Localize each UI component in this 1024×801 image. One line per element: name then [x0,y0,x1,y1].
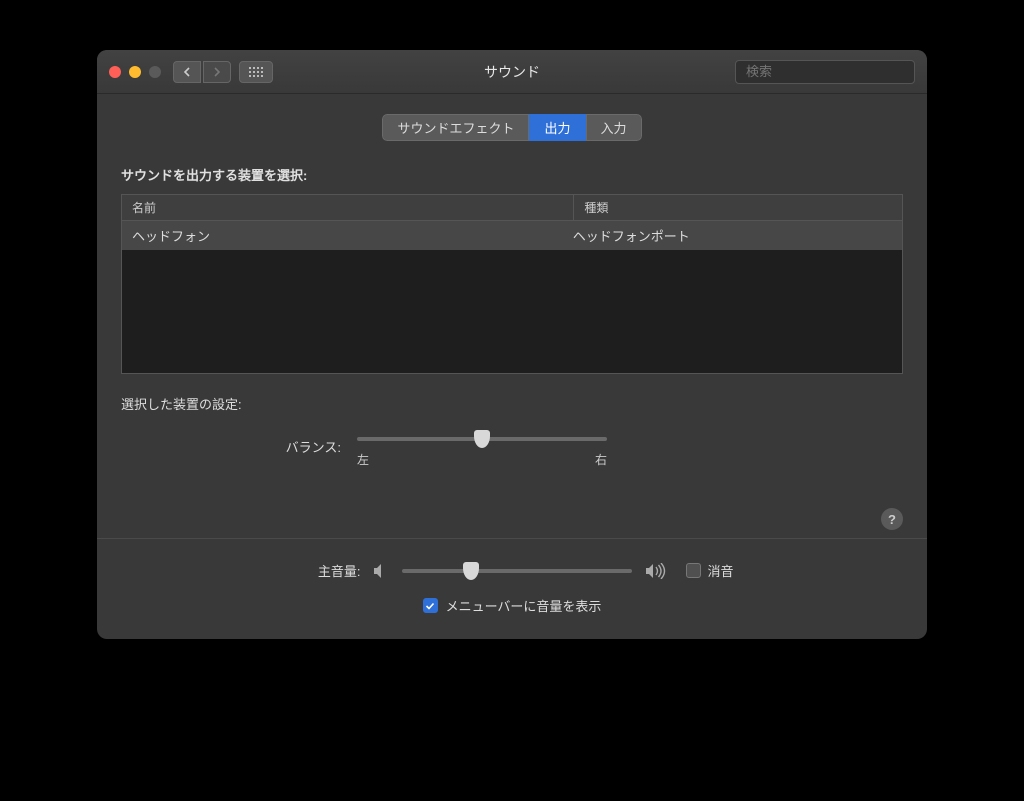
chevron-left-icon [183,67,191,77]
titlebar: サウンド [97,50,927,94]
preferences-window: サウンド サウンドエフェクト 出力 入力 サウンドを出力する装置を選択: 名前 … [97,50,927,639]
mute-label: 消音 [707,561,733,580]
tab-output[interactable]: 出力 [529,114,585,141]
tab-sound-effects[interactable]: サウンドエフェクト [382,114,529,141]
table-row[interactable]: ヘッドフォン ヘッドフォンポート [122,221,902,250]
forward-button[interactable] [203,61,231,83]
balance-slider[interactable] [357,437,607,441]
show-all-button[interactable] [239,61,273,83]
help-row: ? [121,508,903,530]
device-type: ヘッドフォンポート [573,226,892,245]
tab-bar: サウンドエフェクト 出力 入力 [121,114,903,141]
column-name[interactable]: 名前 [122,195,574,220]
show-in-menubar-label: メニューバーに音量を表示 [446,596,602,615]
balance-control: バランス: 左 右 [121,437,903,468]
column-type[interactable]: 種類 [574,195,902,220]
zoom-button[interactable] [149,66,161,78]
volume-label: 主音量: [290,561,360,580]
balance-label: バランス: [261,437,341,456]
mute-checkbox[interactable] [686,563,701,578]
balance-knob[interactable] [474,430,490,448]
volume-slider[interactable] [402,569,632,573]
table-header: 名前 種類 [122,195,902,221]
search-input[interactable] [746,64,922,79]
speaker-low-icon [372,563,390,579]
grid-icon [249,67,263,77]
tab-input[interactable]: 入力 [586,114,642,141]
chevron-right-icon [213,67,221,77]
traffic-lights [109,66,161,78]
menubar-row: メニューバーに音量を表示 [121,596,903,615]
speaker-high-icon [644,563,668,579]
settings-heading: 選択した装置の設定: [121,394,903,413]
help-button[interactable]: ? [881,508,903,530]
volume-knob[interactable] [463,562,479,580]
balance-right-label: 右 [595,451,607,468]
volume-control: 主音量: 消音 [121,561,903,580]
device-list-heading: サウンドを出力する装置を選択: [121,165,903,184]
balance-left-label: 左 [357,451,369,468]
minimize-button[interactable] [129,66,141,78]
device-table: 名前 種類 ヘッドフォン ヘッドフォンポート [121,194,903,374]
search-field[interactable] [735,60,915,84]
show-in-menubar-checkbox[interactable] [423,598,438,613]
divider [97,538,927,539]
content-area: サウンドエフェクト 出力 入力 サウンドを出力する装置を選択: 名前 種類 ヘッ… [97,94,927,639]
nav-buttons [173,61,231,83]
back-button[interactable] [173,61,201,83]
device-name: ヘッドフォン [132,226,573,245]
close-button[interactable] [109,66,121,78]
